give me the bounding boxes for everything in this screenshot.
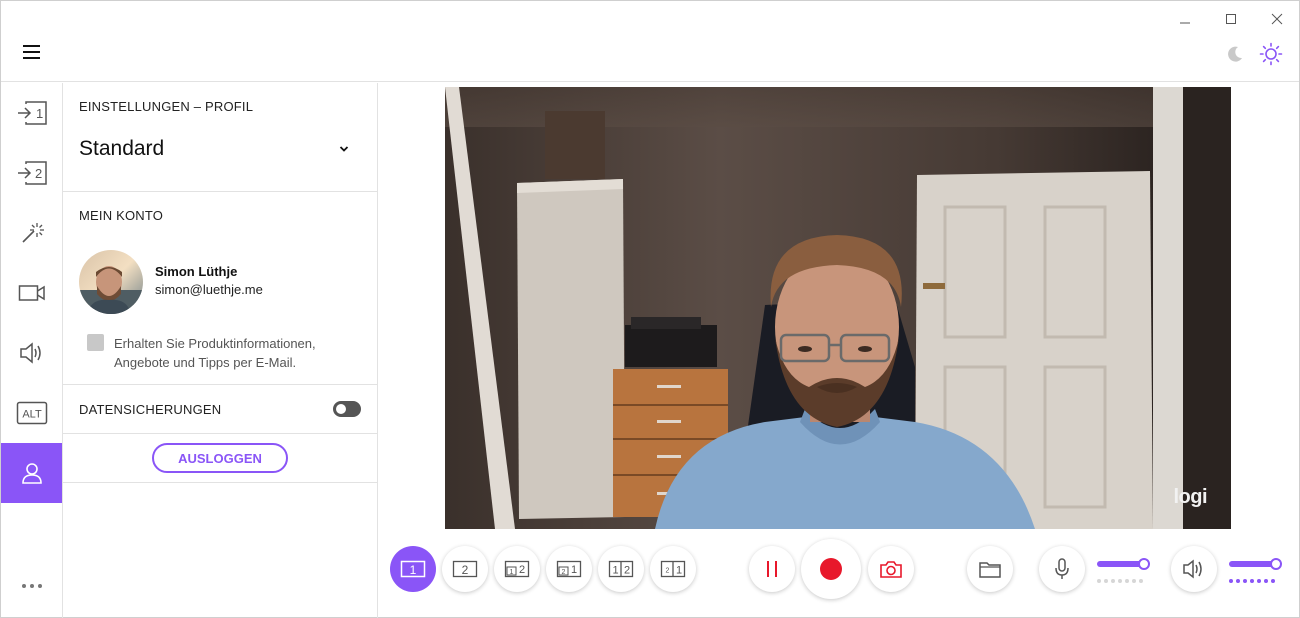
section-title-profile: EINSTELLUNGEN – PROFIL <box>79 99 254 114</box>
layout-split-1-2-button[interactable]: 1 2 <box>598 546 644 592</box>
svg-text:ALT: ALT <box>22 409 42 421</box>
svg-text:2: 2 <box>35 166 42 181</box>
microphone-button[interactable] <box>1039 546 1085 592</box>
alt-shortcut-icon: ALT <box>16 401 47 425</box>
user-email: simon@luethje.me <box>155 282 263 297</box>
camera-2-input-icon: 2 <box>17 161 47 185</box>
close-icon[interactable] <box>1266 9 1288 29</box>
svg-text:1: 1 <box>612 565 618 577</box>
divider <box>63 384 377 385</box>
microphone-level-meter <box>1097 579 1143 583</box>
camera-feed-image <box>445 87 1231 529</box>
divider <box>63 433 377 434</box>
svg-text:1: 1 <box>410 563 417 577</box>
rail-item-camera-1[interactable]: 1 <box>1 83 62 143</box>
speaker-button[interactable] <box>1171 546 1217 592</box>
more-options-icon[interactable] <box>1 571 62 601</box>
layout-single-1-icon: 1 <box>400 560 426 578</box>
layout-split-2-1-button[interactable]: 2 1 <box>650 546 696 592</box>
record-icon <box>820 558 842 580</box>
svg-text:2: 2 <box>462 563 469 577</box>
speaker-volume-icon <box>1183 559 1202 579</box>
section-title-account: MEIN KONTO <box>79 208 164 223</box>
settings-panel: EINSTELLUNGEN – PROFIL Standard MEIN KON… <box>63 83 378 618</box>
rail-item-effects[interactable] <box>1 203 62 263</box>
microphone-icon <box>1055 558 1069 579</box>
logi-watermark: logi <box>1173 486 1207 508</box>
svg-text:1: 1 <box>571 564 577 576</box>
speaker-icon <box>19 342 41 364</box>
svg-text:2: 2 <box>562 569 566 576</box>
layout-2-button[interactable]: 2 <box>442 546 488 592</box>
layout-1-button[interactable]: 1 <box>390 546 436 592</box>
rail-item-video[interactable] <box>1 263 62 323</box>
video-camera-icon <box>18 285 45 301</box>
moon-icon[interactable] <box>1222 41 1248 67</box>
microphone-volume-slider[interactable] <box>1097 558 1150 570</box>
logout-button[interactable]: AUSLOGGEN <box>152 443 288 473</box>
svg-text:2: 2 <box>624 565 630 577</box>
layout-split-2-1-icon: 2 1 <box>660 560 686 578</box>
icon-rail: 1 2 ALT <box>1 83 63 618</box>
camera-snapshot-icon <box>880 561 902 578</box>
minimize-icon[interactable] <box>1174 9 1196 29</box>
open-folder-button[interactable] <box>967 546 1013 592</box>
rail-item-profile[interactable] <box>1 443 62 503</box>
layout-pip-2-1-button[interactable]: 2 1 <box>546 546 592 592</box>
speaker-volume-slider[interactable] <box>1229 558 1282 570</box>
sun-icon[interactable] <box>1258 41 1284 67</box>
profile-dropdown-value: Standard <box>79 137 165 160</box>
rail-item-camera-2[interactable]: 2 <box>1 143 62 203</box>
newsletter-checkbox[interactable] <box>87 334 104 351</box>
layout-split-1-2-icon: 1 2 <box>608 560 634 578</box>
svg-text:1: 1 <box>676 565 682 577</box>
avatar <box>79 250 143 314</box>
layout-pip-1-2-icon: 1 2 <box>504 560 530 578</box>
layout-pip-1-2-button[interactable]: 1 2 <box>494 546 540 592</box>
user-name: Simon Lüthje <box>155 264 238 279</box>
maximize-icon[interactable] <box>1220 9 1242 29</box>
svg-text:2: 2 <box>519 564 525 576</box>
app-window: 1 2 ALT EINSTELLUNGEN – PROFIL Standard … <box>0 0 1300 618</box>
folder-icon <box>979 562 1001 578</box>
menu-icon[interactable] <box>23 45 41 59</box>
rail-item-alt[interactable]: ALT <box>1 383 62 443</box>
camera-preview: logi <box>445 87 1231 529</box>
chevron-down-icon <box>339 146 349 152</box>
divider <box>63 482 377 483</box>
snapshot-button[interactable] <box>868 546 914 592</box>
svg-text:1: 1 <box>36 106 43 121</box>
layout-pip-2-1-icon: 2 1 <box>556 560 582 578</box>
magic-wand-icon <box>21 223 44 243</box>
svg-text:1: 1 <box>510 569 514 576</box>
pause-icon <box>767 561 777 577</box>
rail-item-audio[interactable] <box>1 323 62 383</box>
title-bar <box>1 1 1299 82</box>
divider <box>63 191 377 192</box>
record-button[interactable] <box>801 539 861 599</box>
user-profile-icon <box>21 463 42 484</box>
backups-label: DATENSICHERUNGEN <box>79 402 222 417</box>
layout-single-2-icon: 2 <box>452 560 478 578</box>
speaker-level-meter <box>1229 579 1275 583</box>
profile-dropdown[interactable]: Standard <box>79 133 349 165</box>
camera-1-input-icon: 1 <box>17 101 47 125</box>
svg-text:2: 2 <box>666 568 670 575</box>
pause-button[interactable] <box>749 546 795 592</box>
newsletter-label: Erhalten Sie Produktinformationen, Angeb… <box>114 336 316 370</box>
backups-toggle[interactable] <box>333 401 361 417</box>
